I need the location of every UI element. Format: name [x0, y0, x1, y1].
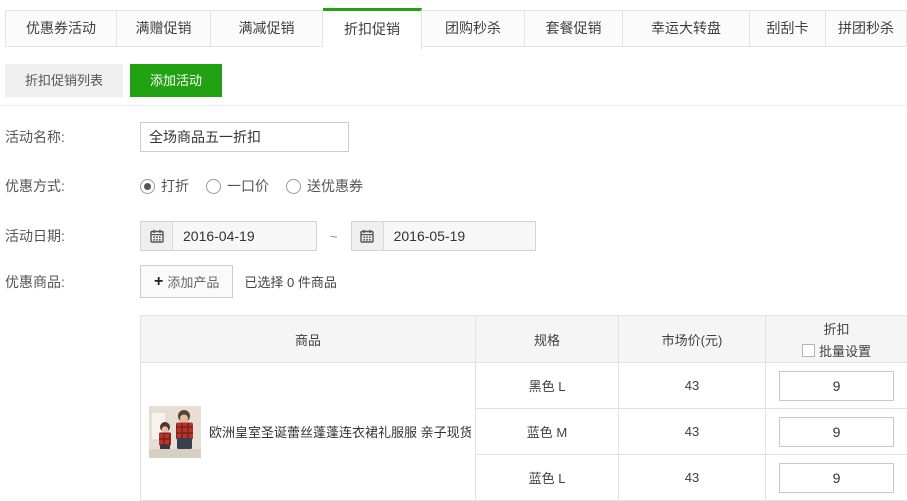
activity-date-row: 活动日期: 2016-04-19 ~ 2016-0	[5, 221, 907, 251]
discount-input[interactable]	[779, 463, 894, 493]
discount-products-table: 商品 规格 市场价(元) 折扣 批量设置	[140, 315, 907, 501]
tab-full-reduction-promo[interactable]: 满减促销	[211, 10, 323, 47]
add-activity-button[interactable]: 添加活动	[130, 64, 222, 97]
discount-method-label: 优惠方式:	[5, 176, 140, 196]
price-cell: 43	[619, 363, 766, 409]
radio-option-label: 送优惠券	[307, 176, 363, 196]
start-date-value: 2016-04-19	[173, 228, 255, 244]
radio-option-label: 打折	[161, 176, 189, 196]
tab-coupon-activity[interactable]: 优惠券活动	[5, 10, 117, 47]
discount-header-label: 折扣	[823, 319, 849, 338]
product-title: 欧洲皇室圣诞蕾丝蓬蓬连衣裙礼服服 亲子现货	[209, 422, 471, 441]
tab-full-gift-promo[interactable]: 满赠促销	[117, 10, 211, 47]
radio-icon	[140, 179, 155, 194]
tab-lucky-wheel[interactable]: 幸运大转盘	[623, 10, 750, 47]
column-header-discount: 折扣 批量设置	[766, 316, 907, 363]
activity-name-row: 活动名称:	[5, 122, 907, 152]
spec-cell: 黑色 L	[476, 363, 619, 409]
radio-icon	[286, 179, 301, 194]
add-product-label: 添加产品	[167, 272, 219, 291]
product-cell: 欧洲皇室圣诞蕾丝蓬蓬连衣裙礼服服 亲子现货	[141, 363, 476, 501]
radio-icon	[206, 179, 221, 194]
spec-cell: 蓝色 M	[476, 409, 619, 455]
start-date-picker[interactable]: 2016-04-19	[140, 221, 317, 251]
price-cell: 43	[619, 409, 766, 455]
table-header-row: 商品 规格 市场价(元) 折扣 批量设置	[141, 316, 907, 363]
radio-option-label: 一口价	[227, 176, 269, 196]
product-image	[149, 406, 201, 458]
discount-input[interactable]	[779, 417, 894, 447]
plus-icon: +	[154, 274, 163, 290]
promotion-tabbar: 优惠券活动 满赠促销 满减促销 折扣促销 团购秒杀 套餐促销 幸运大转盘 刮刮卡…	[0, 0, 907, 50]
discount-method-row: 优惠方式: 打折 一口价 送优惠券	[5, 176, 907, 196]
radio-option-fixed-price[interactable]: 一口价	[206, 176, 269, 196]
discount-cell	[766, 409, 907, 455]
calendar-icon	[141, 222, 173, 250]
radio-option-discount[interactable]: 打折	[140, 176, 189, 196]
batch-set-label: 批量设置	[819, 341, 871, 360]
activity-name-label: 活动名称:	[5, 127, 140, 147]
discount-cell	[766, 363, 907, 409]
tab-package-promo[interactable]: 套餐促销	[525, 10, 623, 47]
subnav-divider	[0, 105, 907, 106]
batch-set-checkbox[interactable]	[802, 344, 815, 357]
discount-products-label: 优惠商品:	[5, 272, 140, 292]
radio-option-give-coupon[interactable]: 送优惠券	[286, 176, 363, 196]
column-header-spec: 规格	[476, 316, 619, 363]
discount-input[interactable]	[779, 371, 894, 401]
tab-discount-promo[interactable]: 折扣促销	[323, 8, 422, 50]
date-range-separator: ~	[330, 229, 338, 244]
column-header-price: 市场价(元)	[619, 316, 766, 363]
tab-scratch-card[interactable]: 刮刮卡	[750, 10, 826, 47]
batch-set-toggle[interactable]: 批量设置	[802, 341, 871, 360]
discount-subnav: 折扣促销列表 添加活动	[5, 64, 907, 97]
calendar-icon	[352, 222, 384, 250]
tab-group-flashsale[interactable]: 拼团秒杀	[826, 10, 907, 47]
table-row: 欧洲皇室圣诞蕾丝蓬蓬连衣裙礼服服 亲子现货 黑色 L 43	[141, 363, 907, 409]
discount-list-button[interactable]: 折扣促销列表	[5, 64, 123, 97]
activity-name-input[interactable]	[140, 122, 349, 152]
add-product-button[interactable]: + 添加产品	[140, 265, 233, 298]
end-date-picker[interactable]: 2016-05-19	[351, 221, 536, 251]
selected-count-text: 已选择 0 件商品	[244, 272, 336, 291]
column-header-product: 商品	[141, 316, 476, 363]
end-date-value: 2016-05-19	[384, 228, 466, 244]
activity-date-label: 活动日期:	[5, 226, 140, 246]
tab-groupbuy-flashsale[interactable]: 团购秒杀	[422, 10, 525, 47]
discount-products-row: 优惠商品: + 添加产品 已选择 0 件商品	[5, 265, 907, 298]
